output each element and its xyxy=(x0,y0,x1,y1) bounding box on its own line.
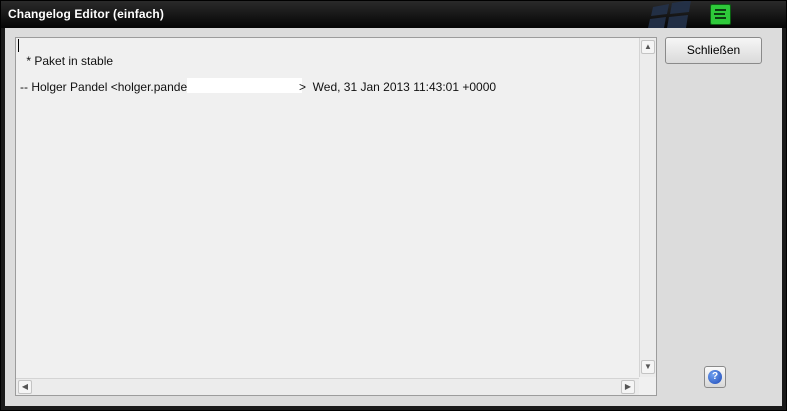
vertical-scrollbar[interactable]: ▲ ▼ xyxy=(639,38,656,377)
windows-logo-icon xyxy=(648,1,691,28)
scroll-right-icon[interactable]: ▶ xyxy=(621,380,635,394)
app-icon[interactable] xyxy=(710,4,731,25)
title-bar[interactable]: Changelog Editor (einfach) xyxy=(1,1,786,28)
scrollbar-corner xyxy=(639,378,656,395)
text-caret xyxy=(18,39,19,52)
close-button[interactable]: Schließen xyxy=(665,37,762,64)
horizontal-scrollbar[interactable]: ◀ ▶ xyxy=(16,378,639,395)
window-title: Changelog Editor (einfach) xyxy=(8,7,164,21)
scroll-up-icon[interactable]: ▲ xyxy=(641,40,655,54)
changelog-entry-line: * Paket in stable xyxy=(23,54,114,68)
changelog-editor-window: Changelog Editor (einfach) * Paket in st… xyxy=(0,0,787,411)
help-button[interactable]: ? xyxy=(704,366,726,388)
changelog-date-line: > Wed, 31 Jan 2013 11:43:01 +0000 xyxy=(299,80,497,94)
help-icon: ? xyxy=(708,370,722,384)
redacted-email-block xyxy=(187,78,302,93)
scroll-down-icon[interactable]: ▼ xyxy=(641,360,655,374)
scroll-left-icon[interactable]: ◀ xyxy=(18,380,32,394)
app-icon-glyph xyxy=(714,9,726,19)
dialog-client-area: * Paket in stable -- Holger Pandel <holg… xyxy=(5,28,782,406)
changelog-text-area[interactable]: * Paket in stable -- Holger Pandel <holg… xyxy=(15,37,657,396)
changelog-author-line: -- Holger Pandel <holger.pandel@ xyxy=(20,80,202,94)
